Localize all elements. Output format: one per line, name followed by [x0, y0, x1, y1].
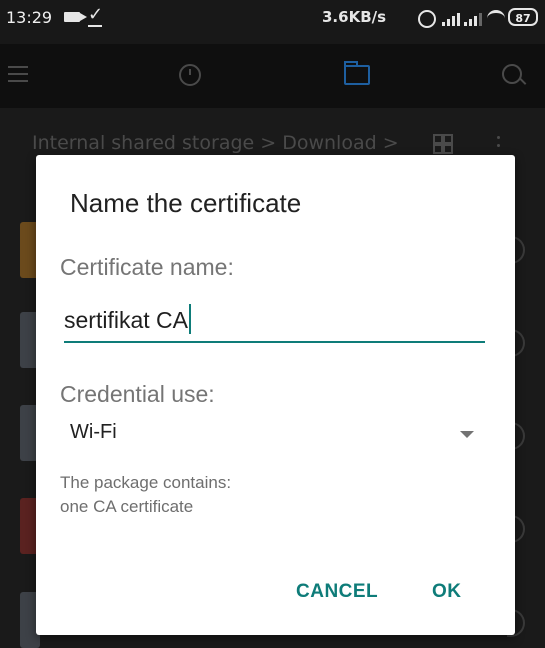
package-info: The package contains: one CA certificate — [60, 471, 231, 519]
grid-view-icon[interactable] — [433, 134, 453, 154]
package-info-line: one CA certificate — [60, 497, 194, 516]
app-toolbar — [0, 44, 545, 108]
battery-icon: 87 — [508, 8, 538, 26]
ok-button[interactable]: OK — [432, 581, 462, 603]
download-done-icon: ✓ — [88, 4, 104, 27]
video-icon — [64, 12, 87, 22]
credential-use-label: Credential use: — [60, 381, 215, 407]
name-certificate-dialog: Name the certificate Certificate name: s… — [36, 155, 515, 635]
dialog-title: Name the certificate — [70, 188, 302, 218]
credential-use-value[interactable]: Wi-Fi — [70, 421, 117, 444]
certificate-name-field[interactable]: sertifikat CA — [64, 301, 485, 343]
certificate-name-value[interactable]: sertifikat CA — [64, 304, 191, 334]
menu-icon[interactable] — [8, 66, 28, 87]
package-info-line: The package contains: — [60, 473, 232, 492]
wifi-icon — [487, 10, 505, 27]
clock-icon[interactable] — [179, 64, 201, 86]
folder-icon[interactable] — [344, 61, 370, 85]
status-time: 13:29 — [6, 8, 53, 27]
cancel-button[interactable]: CANCEL — [296, 581, 378, 603]
network-speed: 3.6KB/s — [322, 8, 387, 26]
credential-use-dropdown[interactable]: Wi-Fi — [70, 421, 474, 451]
breadcrumb[interactable]: Internal shared storage > Download > — [32, 132, 399, 154]
alarm-icon — [418, 10, 436, 28]
text-cursor — [188, 304, 191, 334]
status-bar: 13:29 ✓ 3.6KB/s 87 — [0, 0, 545, 44]
search-icon[interactable] — [502, 64, 522, 84]
dropdown-arrow-icon[interactable] — [460, 431, 474, 438]
certificate-name-label: Certificate name: — [60, 254, 234, 280]
more-options-icon[interactable] — [497, 136, 500, 139]
